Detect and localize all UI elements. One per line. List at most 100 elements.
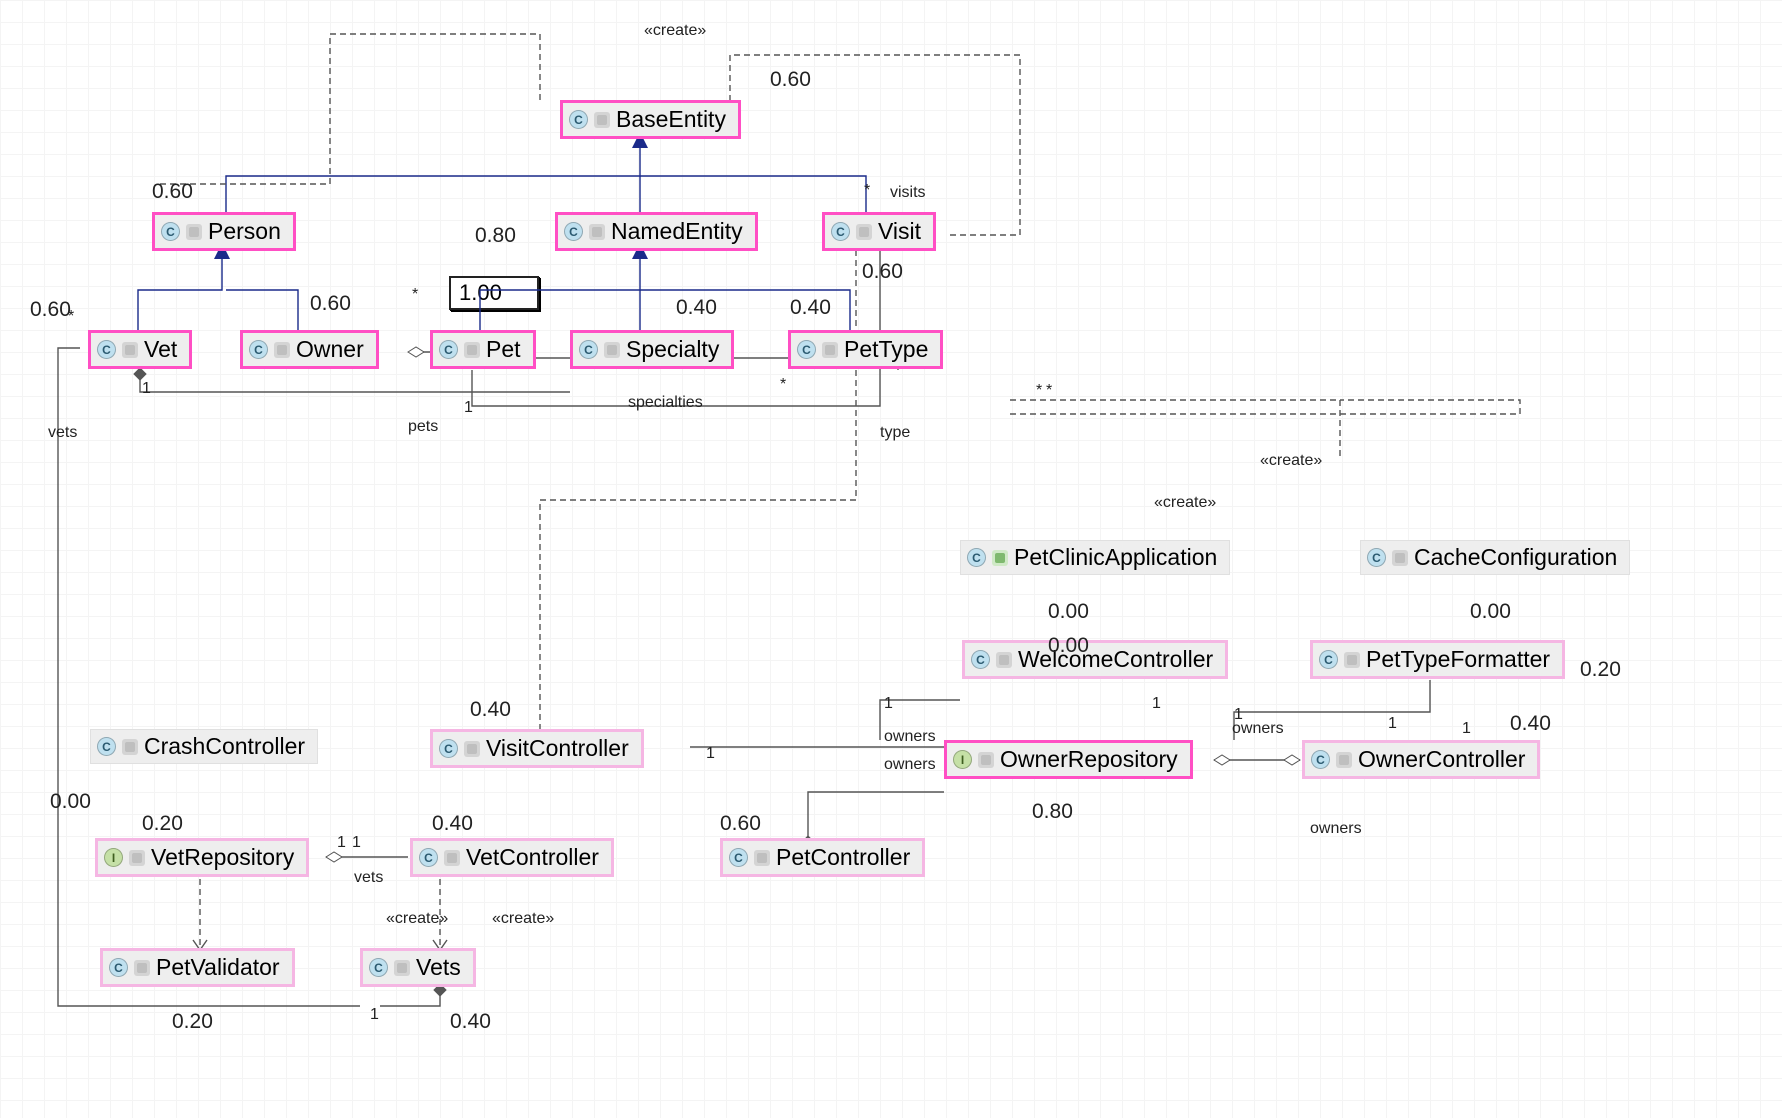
score-label: 0.60 (720, 812, 761, 836)
modifier-icon (996, 652, 1012, 668)
multiplicity-label: 1 (884, 695, 893, 713)
interface-icon: I (953, 750, 972, 769)
class-label: Vet (144, 336, 177, 363)
edge-label: «create» (1260, 452, 1322, 470)
class-label: VetController (466, 844, 599, 871)
class-label: PetType (844, 336, 928, 363)
class-label: Owner (296, 336, 364, 363)
class-label: Specialty (626, 336, 719, 363)
class-node-petClinicApp[interactable]: C PetClinicApplication (960, 540, 1230, 575)
class-node-person[interactable]: C Person (152, 212, 296, 251)
class-label: PetTypeFormatter (1366, 646, 1550, 673)
class-node-vetRepo[interactable]: IVetRepository (95, 838, 309, 877)
multiplicity-label: 1 (1234, 706, 1243, 724)
modifier-icon (394, 960, 410, 976)
uml-diagram[interactable]: Vets create --> CBaseEntity0.60CPerson0.… (0, 0, 1782, 1118)
multiplicity-label: * (412, 286, 418, 304)
class-icon: C (1311, 750, 1330, 769)
class-icon: C (369, 958, 388, 977)
class-label: Person (208, 218, 281, 245)
modifier-icon (589, 224, 605, 240)
class-node-ownerRepo[interactable]: I OwnerRepository (944, 740, 1193, 779)
class-icon: C (249, 340, 268, 359)
score-label: 0.40 (470, 698, 511, 722)
score-label: 0.20 (142, 812, 183, 836)
class-node-ownerCtrl[interactable]: C OwnerController (1302, 740, 1540, 779)
multiplicity-label: 1 (370, 1006, 379, 1024)
edge-label: «create» (644, 22, 706, 40)
multiplicity-label: * (1036, 382, 1042, 400)
score-label: 0.60 (152, 180, 193, 204)
class-icon: C (967, 548, 986, 567)
class-label: OwnerRepository (1000, 746, 1178, 773)
class-node-petCtrl[interactable]: C PetController (720, 838, 925, 877)
edge-label: «create» (386, 910, 448, 928)
modifier-icon (754, 850, 770, 866)
modifier-icon (464, 342, 480, 358)
class-node-petValidator[interactable]: CPetValidator (100, 948, 295, 987)
class-icon: C (161, 222, 180, 241)
score-label: 0.80 (1032, 800, 1073, 824)
class-node-petTypeFmt[interactable]: CPetTypeFormatter (1310, 640, 1565, 679)
class-label: PetClinicApplication (1014, 544, 1217, 571)
class-node-specialty[interactable]: C Specialty (570, 330, 734, 369)
class-icon: C (729, 848, 748, 867)
class-node-crashCtrl[interactable]: C CrashController (90, 729, 318, 764)
multiplicity-label: 1 (337, 834, 346, 852)
class-node-visit[interactable]: CVisit (822, 212, 936, 251)
class-icon: C (97, 737, 116, 756)
class-node-vets[interactable]: C Vets (360, 948, 476, 987)
class-node-petType[interactable]: CPetType (788, 330, 943, 369)
score-label: 0.00 (50, 790, 91, 814)
class-node-visitCtrl[interactable]: CVisitController (430, 729, 644, 768)
class-label: NamedEntity (611, 218, 743, 245)
multiplicity-label: 1 (1388, 715, 1397, 733)
class-node-vet[interactable]: C Vet (88, 330, 192, 369)
edge-label: owners (884, 756, 936, 774)
class-icon: C (97, 340, 116, 359)
edge-label: type (880, 424, 910, 442)
class-label: VetRepository (151, 844, 294, 871)
class-icon: C (569, 110, 588, 129)
score-label: 0.40 (450, 1010, 491, 1034)
modifier-icon (129, 850, 145, 866)
edge-label: visits (890, 184, 926, 202)
class-label: Vets (416, 954, 461, 981)
edge-label: pets (408, 418, 438, 436)
modifier-icon (134, 960, 150, 976)
class-node-baseEntity[interactable]: C BaseEntity (560, 100, 741, 139)
class-icon: C (419, 848, 438, 867)
multiplicity-label: 1 (352, 834, 361, 852)
multiplicity-label: * (780, 376, 786, 394)
modifier-icon (1336, 752, 1352, 768)
class-label: PetValidator (156, 954, 280, 981)
class-label: CrashController (144, 733, 305, 760)
multiplicity-label: 1 (464, 399, 473, 417)
score-label: 0.40 (676, 296, 717, 320)
score-label: 0.40 (432, 812, 473, 836)
class-label: BaseEntity (616, 106, 726, 133)
modifier-icon (604, 342, 620, 358)
score-label: 0.00 (1048, 600, 1089, 624)
class-icon: C (1367, 548, 1386, 567)
class-label: OwnerController (1358, 746, 1525, 773)
class-node-cacheConfig[interactable]: CCacheConfiguration (1360, 540, 1630, 575)
modifier-icon (822, 342, 838, 358)
class-node-owner[interactable]: C Owner (240, 330, 379, 369)
edge-label: vets (354, 869, 383, 887)
modifier-icon (856, 224, 872, 240)
multiplicity-label: * (68, 308, 74, 326)
class-icon: C (579, 340, 598, 359)
class-node-namedEntity[interactable]: CNamedEntity (555, 212, 758, 251)
class-label: PetController (776, 844, 910, 871)
class-node-pet[interactable]: CPet (430, 330, 536, 369)
modifier-icon (1392, 550, 1408, 566)
class-node-welcomeCtrl[interactable]: CWelcomeController (962, 640, 1228, 679)
score-label: 0.20 (172, 1010, 213, 1034)
score-label: 0.40 (1510, 712, 1551, 736)
class-node-vetCtrl[interactable]: C VetController (410, 838, 614, 877)
multiplicity-label: 1 (1462, 720, 1471, 738)
modifier-icon (122, 739, 138, 755)
class-icon: C (439, 340, 458, 359)
score-input[interactable] (449, 276, 539, 310)
